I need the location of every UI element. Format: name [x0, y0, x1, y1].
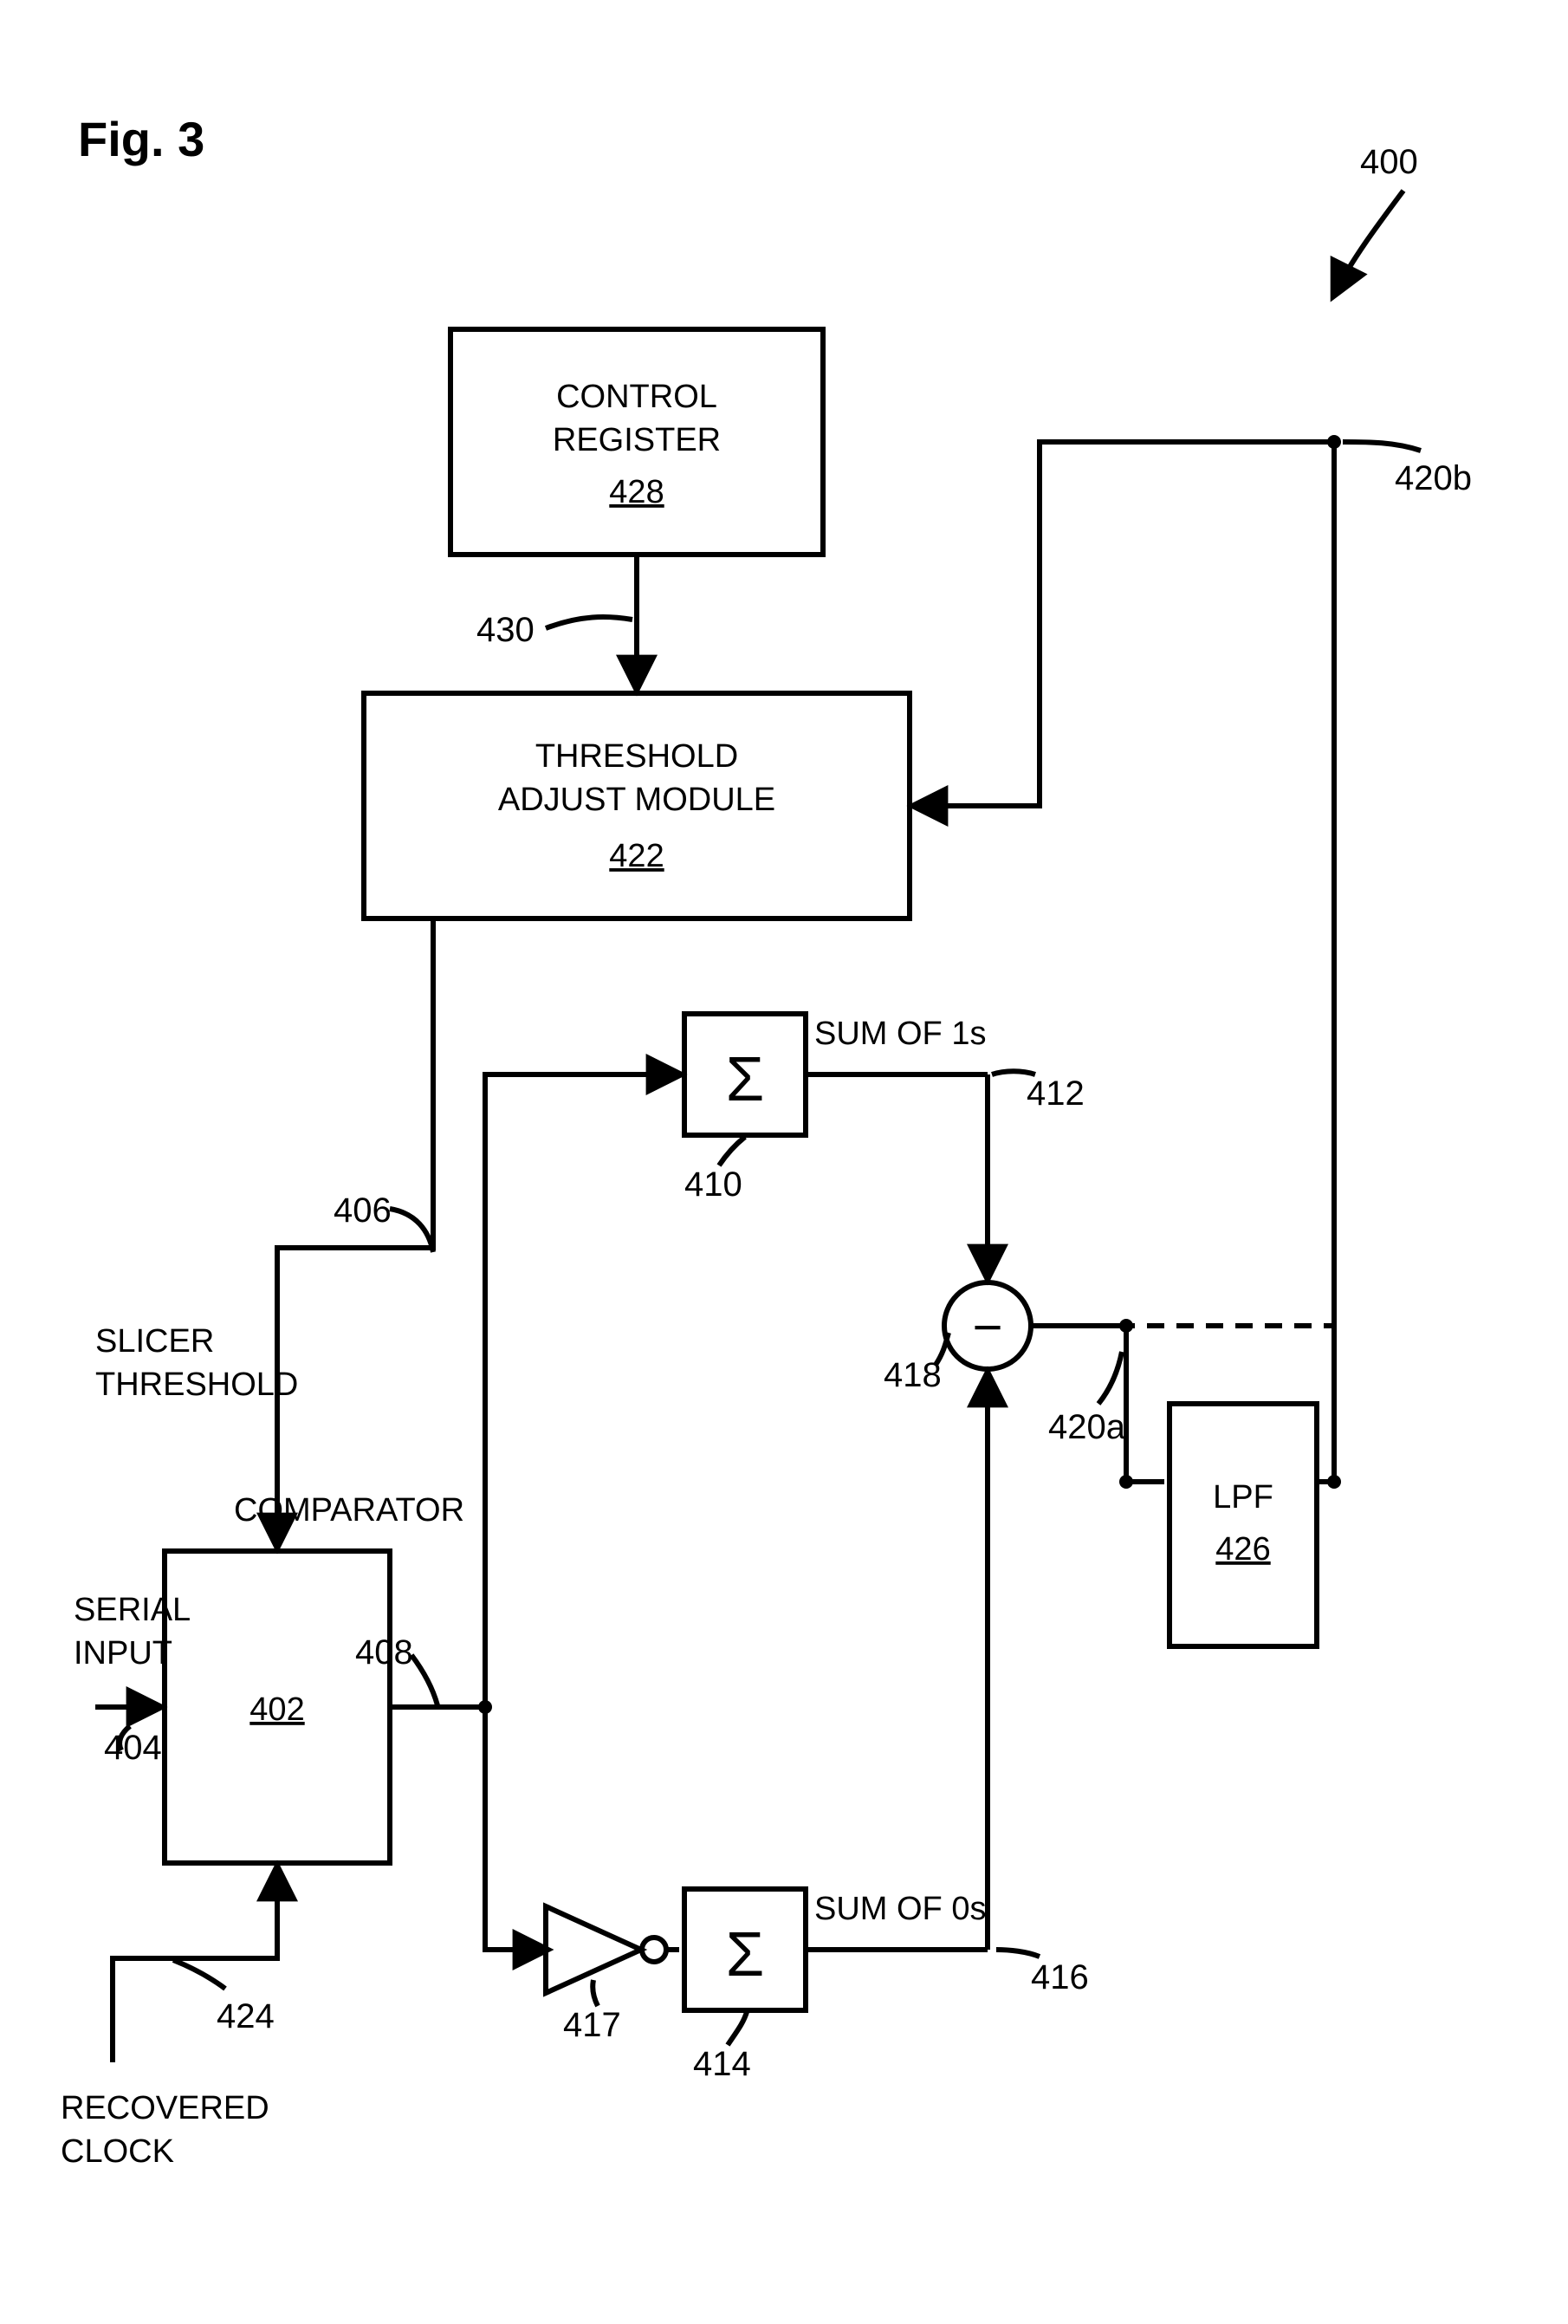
- svg-text:RECOVERED: RECOVERED: [61, 2090, 269, 2126]
- branch-to-sum0: [485, 1707, 546, 1950]
- svg-text:LPF: LPF: [1213, 1479, 1273, 1516]
- sum-ones-block: Σ: [684, 1014, 806, 1135]
- svg-text:420a: 420a: [1048, 1408, 1126, 1446]
- svg-text:THRESHOLD: THRESHOLD: [95, 1366, 298, 1403]
- figure-title: Fig. 3: [78, 112, 204, 166]
- sum1-signal: SUM OF 1s 412: [806, 1016, 1085, 1277]
- sum0-signal: SUM OF 0s 416: [806, 1374, 1089, 1996]
- comparator-label: COMPARATOR: [234, 1492, 464, 1529]
- branch-to-sum1: [485, 1074, 679, 1707]
- svg-text:REGISTER: REGISTER: [553, 422, 721, 458]
- svg-text:402: 402: [249, 1691, 304, 1728]
- svg-text:424: 424: [217, 1997, 275, 2035]
- svg-text:ADJUST MODULE: ADJUST MODULE: [498, 782, 775, 818]
- svg-text:−: −: [972, 1298, 1002, 1356]
- system-ref: 400: [1334, 143, 1418, 295]
- recovered-clock: RECOVERED CLOCK 424: [61, 1868, 277, 2170]
- svg-text:SUM OF 0s: SUM OF 0s: [814, 1891, 986, 1927]
- svg-text:THRESHOLD: THRESHOLD: [535, 738, 738, 775]
- svg-text:SUM OF 1s: SUM OF 1s: [814, 1016, 986, 1052]
- comparator-block: 402: [165, 1551, 390, 1863]
- svg-text:428: 428: [609, 474, 664, 510]
- svg-text:430: 430: [476, 611, 535, 649]
- svg-text:417: 417: [563, 2006, 621, 2044]
- serial-input: SERIAL INPUT 404: [74, 1592, 191, 1767]
- svg-text:412: 412: [1027, 1074, 1085, 1113]
- svg-text:SLICER: SLICER: [95, 1323, 214, 1360]
- svg-text:INPUT: INPUT: [74, 1635, 172, 1672]
- svg-text:Σ: Σ: [726, 1920, 765, 1990]
- svg-text:418: 418: [884, 1356, 942, 1394]
- comparator-output: 408: [355, 1633, 492, 1714]
- svg-text:Σ: Σ: [726, 1045, 765, 1114]
- svg-text:SERIAL: SERIAL: [74, 1592, 191, 1628]
- svg-text:408: 408: [355, 1633, 413, 1672]
- lpf-bypass: [1126, 1326, 1341, 1489]
- control-register-block: CONTROL REGISTER 428: [450, 329, 823, 555]
- inverter: 417: [546, 1906, 679, 2044]
- lpf-block: LPF 426: [1126, 1404, 1334, 1646]
- svg-text:404: 404: [104, 1729, 162, 1767]
- sum-zeros-block: Σ: [684, 1889, 806, 2010]
- slicer-threshold-signal: SLICER THRESHOLD 406: [95, 919, 433, 1546]
- svg-text:422: 422: [609, 838, 664, 874]
- diagram-canvas: Fig. 3 400 CONTROL REGISTER 428 430 THRE…: [0, 0, 1568, 2324]
- svg-text:406: 406: [334, 1191, 392, 1230]
- error-signal-a: 420a: [1031, 1319, 1133, 1489]
- threshold-adjust-block: THRESHOLD ADJUST MODULE 422: [364, 693, 910, 919]
- svg-text:416: 416: [1031, 1958, 1089, 1996]
- register-link: 430: [476, 555, 637, 688]
- svg-text:400: 400: [1360, 143, 1418, 181]
- sum0-block-ref: 414: [693, 2045, 751, 2083]
- svg-text:CLOCK: CLOCK: [61, 2133, 174, 2170]
- svg-text:CONTROL: CONTROL: [556, 379, 717, 415]
- svg-text:420b: 420b: [1395, 459, 1472, 497]
- subtractor: − 418: [884, 1282, 1031, 1394]
- sum1-block-ref: 410: [684, 1165, 742, 1204]
- svg-text:426: 426: [1215, 1531, 1270, 1568]
